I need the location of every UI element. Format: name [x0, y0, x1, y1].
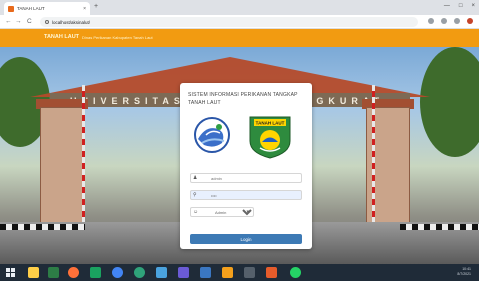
app-icon[interactable] — [222, 267, 233, 278]
whatsapp-icon[interactable] — [290, 267, 301, 278]
start-tile — [6, 273, 10, 277]
start-button[interactable] — [6, 268, 15, 277]
browser-toolbar: ← → C localhost/aksinalut/ — [0, 15, 479, 29]
key-icon[interactable] — [428, 18, 434, 24]
media-icon[interactable] — [90, 267, 101, 278]
toolbar-right-icons — [428, 18, 473, 24]
barrier-left — [0, 224, 85, 230]
pillar-left — [40, 107, 84, 227]
tree-right — [420, 47, 479, 157]
clock-date: 8/7/2021 — [457, 272, 471, 276]
system-tray-clock[interactable]: 10:41 8/7/2021 — [457, 267, 471, 277]
extension-icon[interactable] — [454, 18, 460, 24]
site-header: TANAH LAUT Dinas Perikanan Kabupaten Tan… — [0, 29, 479, 47]
os-taskbar: 10:41 8/7/2021 — [0, 264, 479, 281]
header-link[interactable]: Dinas Perikanan Kabupaten Tanah Laut — [82, 35, 153, 40]
info-icon[interactable] — [45, 20, 49, 24]
login-title: SISTEM INFORMASI PERIKANAN TANGKAP TANAH… — [188, 92, 298, 106]
key-icon: ⚲ — [193, 192, 197, 198]
login-card: SISTEM INFORMASI PERIKANAN TANGKAP TANAH… — [180, 83, 312, 249]
star-icon[interactable] — [441, 18, 447, 24]
password-input[interactable] — [211, 192, 299, 199]
web-page: TANAH LAUT Dinas Perikanan Kabupaten Tan… — [0, 29, 479, 264]
flag-pole-right — [372, 85, 375, 235]
store-icon[interactable] — [48, 267, 59, 278]
app-icon[interactable] — [266, 267, 277, 278]
browser-tab[interactable]: TANAH LAUT × — [4, 2, 90, 15]
tanah-laut-emblem: TANAH LAUT — [249, 116, 291, 159]
edge-icon[interactable] — [134, 267, 145, 278]
close-window-button[interactable]: × — [471, 3, 475, 9]
chrome-icon[interactable] — [112, 267, 123, 278]
tab-close-icon[interactable]: × — [83, 6, 86, 12]
app-icon[interactable] — [178, 267, 189, 278]
minimize-button[interactable]: — — [444, 3, 450, 9]
screen: TANAH LAUT × + — □ × ← → C localhost/aks… — [0, 0, 479, 281]
address-bar[interactable]: localhost/aksinalut/ — [40, 17, 418, 27]
flag-pole-left — [82, 85, 85, 235]
role-select-field[interactable]: ☺ Admin ▾ — [190, 207, 255, 217]
user-icon: ♟ — [193, 175, 198, 181]
site-brand[interactable]: TANAH LAUT — [44, 34, 79, 40]
password-field[interactable]: ⚲ — [190, 190, 302, 200]
back-button[interactable]: ← — [5, 17, 12, 26]
reload-button[interactable]: C — [27, 17, 32, 26]
window-controls: — □ × — [444, 3, 475, 9]
forward-button[interactable]: → — [15, 17, 22, 26]
files-icon[interactable] — [156, 267, 167, 278]
app-icon[interactable] — [200, 267, 211, 278]
svg-text:TANAH LAUT: TANAH LAUT — [256, 121, 285, 126]
start-tile — [11, 273, 15, 277]
profile-avatar[interactable] — [467, 18, 473, 24]
chevron-down-icon: ▾ — [246, 209, 249, 215]
url-text: localhost/aksinalut/ — [52, 19, 91, 25]
browser-tabbar: TANAH LAUT × + — □ × — [0, 0, 479, 15]
maximize-button[interactable]: □ — [459, 3, 463, 9]
favicon-icon — [8, 5, 14, 12]
username-field[interactable]: ♟ — [190, 173, 302, 183]
firefox-icon[interactable] — [68, 267, 79, 278]
role-icon: ☺ — [193, 209, 199, 215]
login-button[interactable]: Login — [190, 234, 302, 244]
start-tile — [11, 268, 15, 272]
barrier-right — [400, 224, 479, 230]
fisheries-logo — [194, 117, 230, 153]
tab-title: TANAH LAUT — [17, 6, 45, 11]
new-tab-button[interactable]: + — [94, 3, 98, 11]
start-tile — [6, 268, 10, 272]
file-explorer-icon[interactable] — [28, 267, 39, 278]
app-icon[interactable] — [244, 267, 255, 278]
username-input[interactable] — [211, 175, 299, 182]
